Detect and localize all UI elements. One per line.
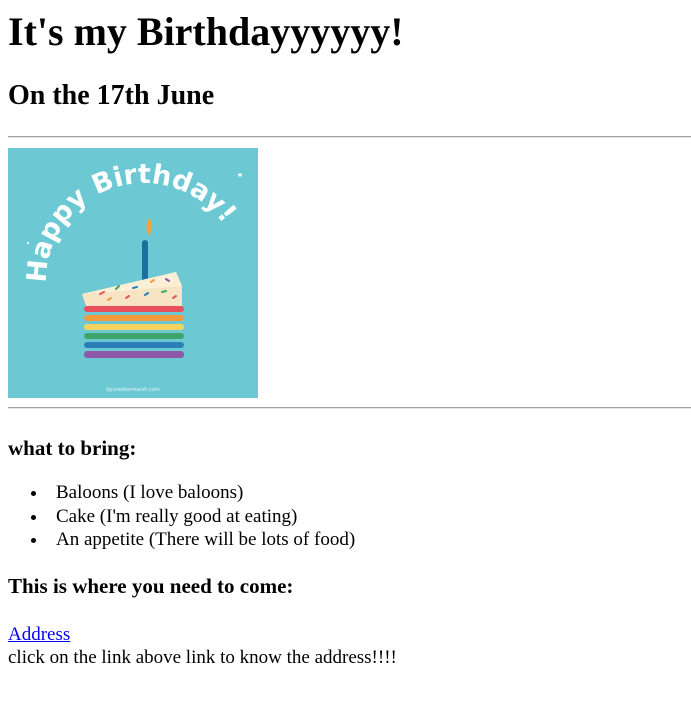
list-item: An appetite (There will be lots of food)	[48, 528, 691, 552]
address-note: click on the link above link to know the…	[8, 646, 397, 668]
page: It's my Birthdayyyyyy! On the 17th June …	[0, 10, 691, 669]
image-footer-text: byurasharmarsh.com	[106, 387, 159, 393]
bring-heading: what to bring:	[8, 436, 137, 460]
bring-list: Baloons (I love baloons) Cake (I'm reall…	[8, 481, 691, 552]
list-item: Baloons (I love baloons)	[48, 481, 691, 505]
list-item: Cake (I'm really good at eating)	[48, 505, 691, 529]
divider-top	[8, 136, 691, 138]
divider-bottom	[8, 407, 691, 409]
birthday-cake-image: Happy Birthday! byurasharmarsh.com	[8, 148, 258, 398]
page-title: It's my Birthdayyyyyy!	[8, 9, 404, 54]
location-heading: This is where you need to come:	[8, 573, 294, 598]
event-date: On the 17th June	[8, 80, 215, 111]
address-link[interactable]: Address	[8, 623, 70, 646]
